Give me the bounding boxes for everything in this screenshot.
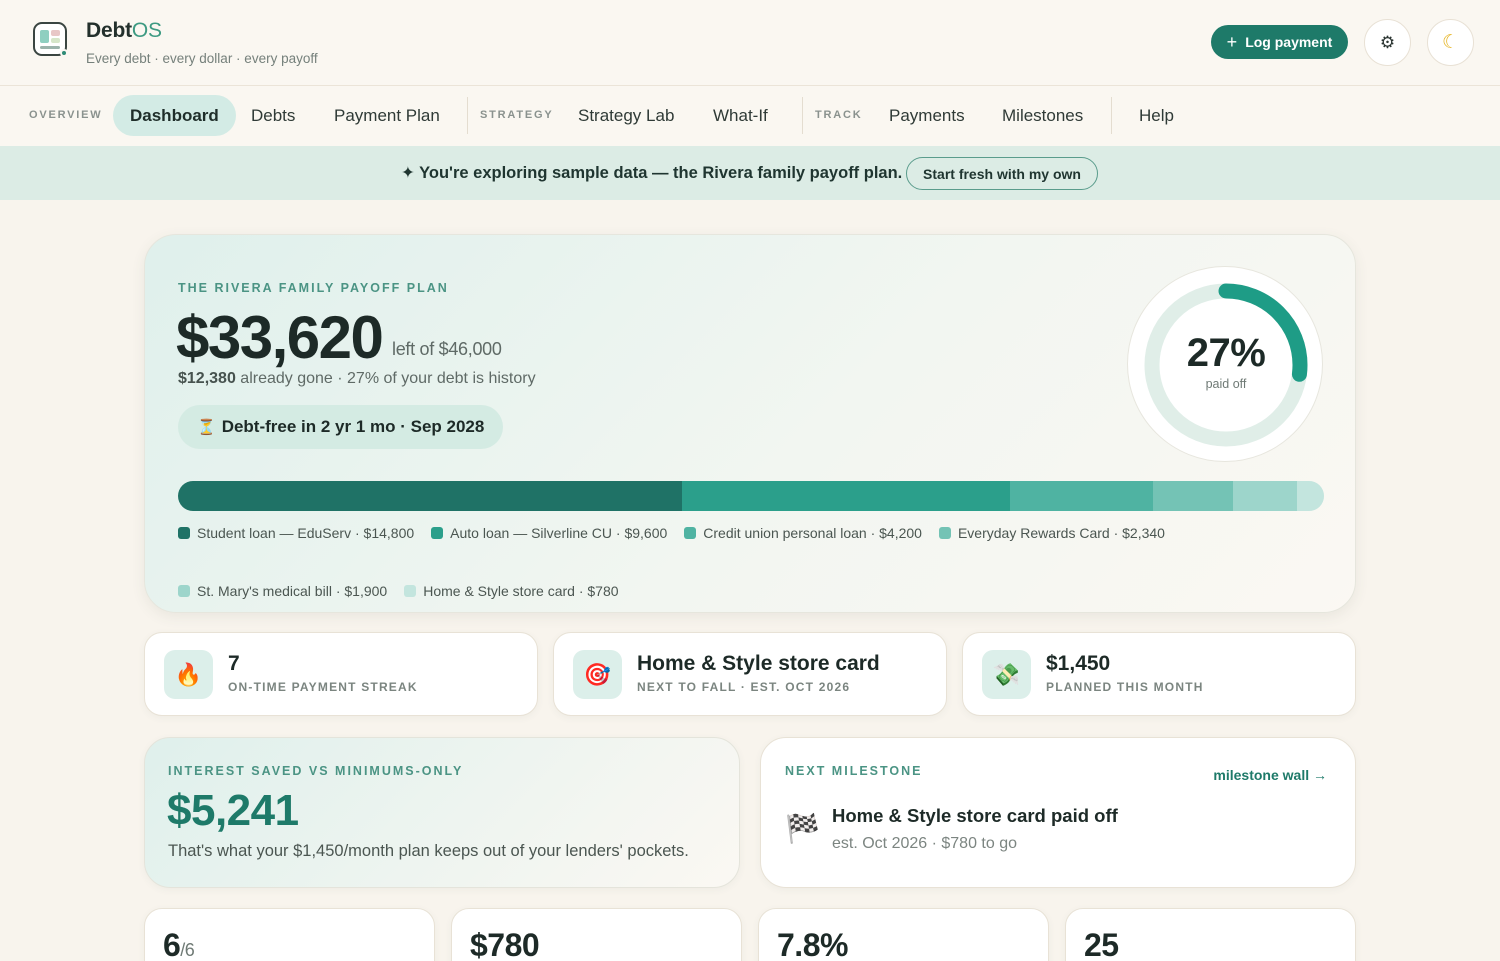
debt-free-text: Debt-free in 2 yr 1 mo · Sep 2028: [221, 417, 485, 436]
months-left-card[interactable]: 25: [1065, 908, 1356, 961]
theme-toggle-button[interactable]: ☾: [1427, 19, 1474, 66]
planned-month-label: PLANNED THIS MONTH: [1046, 680, 1204, 694]
plan-label: THE RIVERA FAMILY PAYOFF PLAN: [178, 281, 449, 295]
months-left-value: 25: [1084, 927, 1119, 961]
percent-paid: 27%: [1186, 331, 1266, 375]
legend-item: Auto loan — Silverline CU · $9,600: [431, 523, 667, 543]
legend-label: Auto loan — Silverline CU · $9,600: [450, 525, 668, 541]
nav-divider: [802, 97, 803, 134]
payoff-hero-card: THE RIVERA FAMILY PAYOFF PLAN $33,620 le…: [144, 234, 1356, 613]
legend-item: St. Mary's medical bill · $1,900: [178, 581, 387, 601]
smallest-balance-card[interactable]: $780: [451, 908, 742, 961]
debts-count-card[interactable]: 6/6: [144, 908, 435, 961]
tab-payments[interactable]: Payments: [889, 95, 965, 136]
interest-saved-label: INTEREST SAVED VS MINIMUMS-ONLY: [168, 764, 464, 778]
main-nav: OVERVIEW Dashboard Debts Payment Plan ST…: [0, 86, 1500, 146]
legend-swatch: [178, 585, 190, 597]
avg-rate-card[interactable]: 7.8%: [758, 908, 1049, 961]
log-payment-label: Log payment: [1245, 34, 1333, 50]
debts-count-value: 6/6: [163, 927, 195, 961]
legend-label: Credit union personal loan · $4,200: [703, 525, 922, 541]
legend-label: St. Mary's medical bill · $1,900: [197, 583, 388, 599]
legend-item: Credit union personal loan · $4,200: [684, 523, 922, 543]
legend-swatch: [178, 527, 190, 539]
legend-item: Everyday Rewards Card · $2,340: [938, 523, 1165, 543]
legend-swatch: [938, 527, 951, 539]
legend-label: Home & Style store card · $780: [423, 583, 619, 599]
nav-section-track: TRACK: [815, 109, 863, 121]
legend-label: Student loan — EduServ · $14,800: [197, 525, 415, 541]
remaining-amount: $33,620: [176, 304, 384, 371]
interest-saved-note: That's what your $1,450/month plan keeps…: [168, 842, 689, 860]
progress-ring: 27% paid off: [1127, 266, 1323, 462]
planned-month-value: $1,450: [1046, 652, 1111, 675]
legend-label: Everyday Rewards Card · $2,340: [957, 525, 1165, 541]
target-icon: 🎯: [573, 650, 622, 699]
streak-value: 7: [228, 652, 240, 675]
debt-segment: [682, 481, 1010, 511]
milestone-title: Home & Style store card paid off: [832, 805, 1118, 826]
interest-saved-card: INTEREST SAVED VS MINIMUMS-ONLY $5,241 T…: [144, 737, 740, 888]
nav-divider: [467, 97, 468, 134]
debt-segment: [178, 481, 683, 511]
next-to-fall-label: NEXT TO FALL · EST. OCT 2026: [637, 680, 851, 694]
legend-swatch: [431, 527, 444, 539]
tab-what-if[interactable]: What-If: [713, 95, 768, 136]
debt-breakdown-bar: [178, 481, 1324, 511]
moon-icon: ☾: [1441, 32, 1460, 53]
tab-help[interactable]: Help: [1139, 95, 1174, 136]
debt-segment: [1009, 481, 1153, 511]
tab-payment-plan[interactable]: Payment Plan: [334, 95, 440, 136]
gear-icon: ⚙: [1379, 32, 1396, 52]
legend-item: Home & Style store card · $780: [404, 581, 619, 601]
legend-swatch: [684, 527, 697, 539]
start-fresh-button[interactable]: Start fresh with my own: [906, 157, 1098, 190]
planned-month-card[interactable]: 💸 $1,450 PLANNED THIS MONTH: [962, 632, 1356, 716]
percent-paid-label: paid off: [1205, 377, 1247, 391]
paid-summary: $12,380 already gone · 27% of your debt …: [178, 370, 536, 387]
app-tagline: Every debt · every dollar · every payoff: [86, 51, 318, 66]
next-to-fall-card[interactable]: 🎯 Home & Style store card NEXT TO FALL ·…: [553, 632, 947, 716]
tab-debts[interactable]: Debts: [251, 95, 295, 136]
plus-icon: +: [1226, 32, 1238, 52]
next-milestone-label: NEXT MILESTONE: [785, 764, 923, 778]
settings-button[interactable]: ⚙: [1364, 19, 1411, 66]
banner-text: ✦ You're exploring sample data — the Riv…: [401, 164, 903, 182]
app-logo[interactable]: [33, 22, 68, 57]
checkered-flag-icon: 🏁: [785, 813, 820, 844]
streak-card[interactable]: 🔥 7 ON-TIME PAYMENT STREAK: [144, 632, 538, 716]
hourglass-icon: ⏳: [197, 419, 216, 436]
interest-saved-amount: $5,241: [167, 786, 299, 835]
nav-section-overview: OVERVIEW: [29, 109, 103, 121]
debt-segment: [1297, 481, 1324, 511]
legend-swatch: [404, 585, 417, 597]
next-to-fall-value: Home & Style store card: [637, 652, 880, 675]
sample-data-banner: ✦ You're exploring sample data — the Riv…: [0, 146, 1500, 200]
nav-divider: [1111, 97, 1112, 134]
milestone-subtitle: est. Oct 2026 · $780 to go: [832, 835, 1018, 852]
money-icon: 💸: [982, 650, 1031, 699]
milestone-wall-link[interactable]: milestone wall →: [1213, 767, 1327, 783]
debt-segment: [1152, 481, 1233, 511]
tab-strategy-lab[interactable]: Strategy Lab: [578, 95, 674, 136]
tab-dashboard[interactable]: Dashboard: [113, 95, 236, 136]
log-payment-button[interactable]: + Log payment: [1211, 25, 1348, 59]
avg-rate-value: 7.8%: [777, 927, 848, 961]
nav-section-strategy: STRATEGY: [480, 109, 554, 121]
smallest-balance-value: $780: [470, 927, 540, 961]
debt-legend: Student loan — EduServ · $14,800 Auto loa…: [178, 523, 1328, 601]
fire-icon: 🔥: [164, 650, 213, 699]
debt-segment: [1232, 481, 1298, 511]
tab-milestones[interactable]: Milestones: [1002, 95, 1083, 136]
legend-item: Student loan — EduServ · $14,800: [178, 523, 414, 543]
streak-label: ON-TIME PAYMENT STREAK: [228, 680, 418, 694]
app-name: DebtOS: [86, 19, 162, 42]
next-milestone-card: NEXT MILESTONE milestone wall → 🏁 Home &…: [760, 737, 1356, 888]
app-header: DebtOS Every debt · every dollar · every…: [0, 0, 1500, 86]
original-total: left of $46,000: [392, 339, 502, 359]
debt-free-date-pill: ⏳ Debt-free in 2 yr 1 mo · Sep 2028: [178, 405, 504, 449]
